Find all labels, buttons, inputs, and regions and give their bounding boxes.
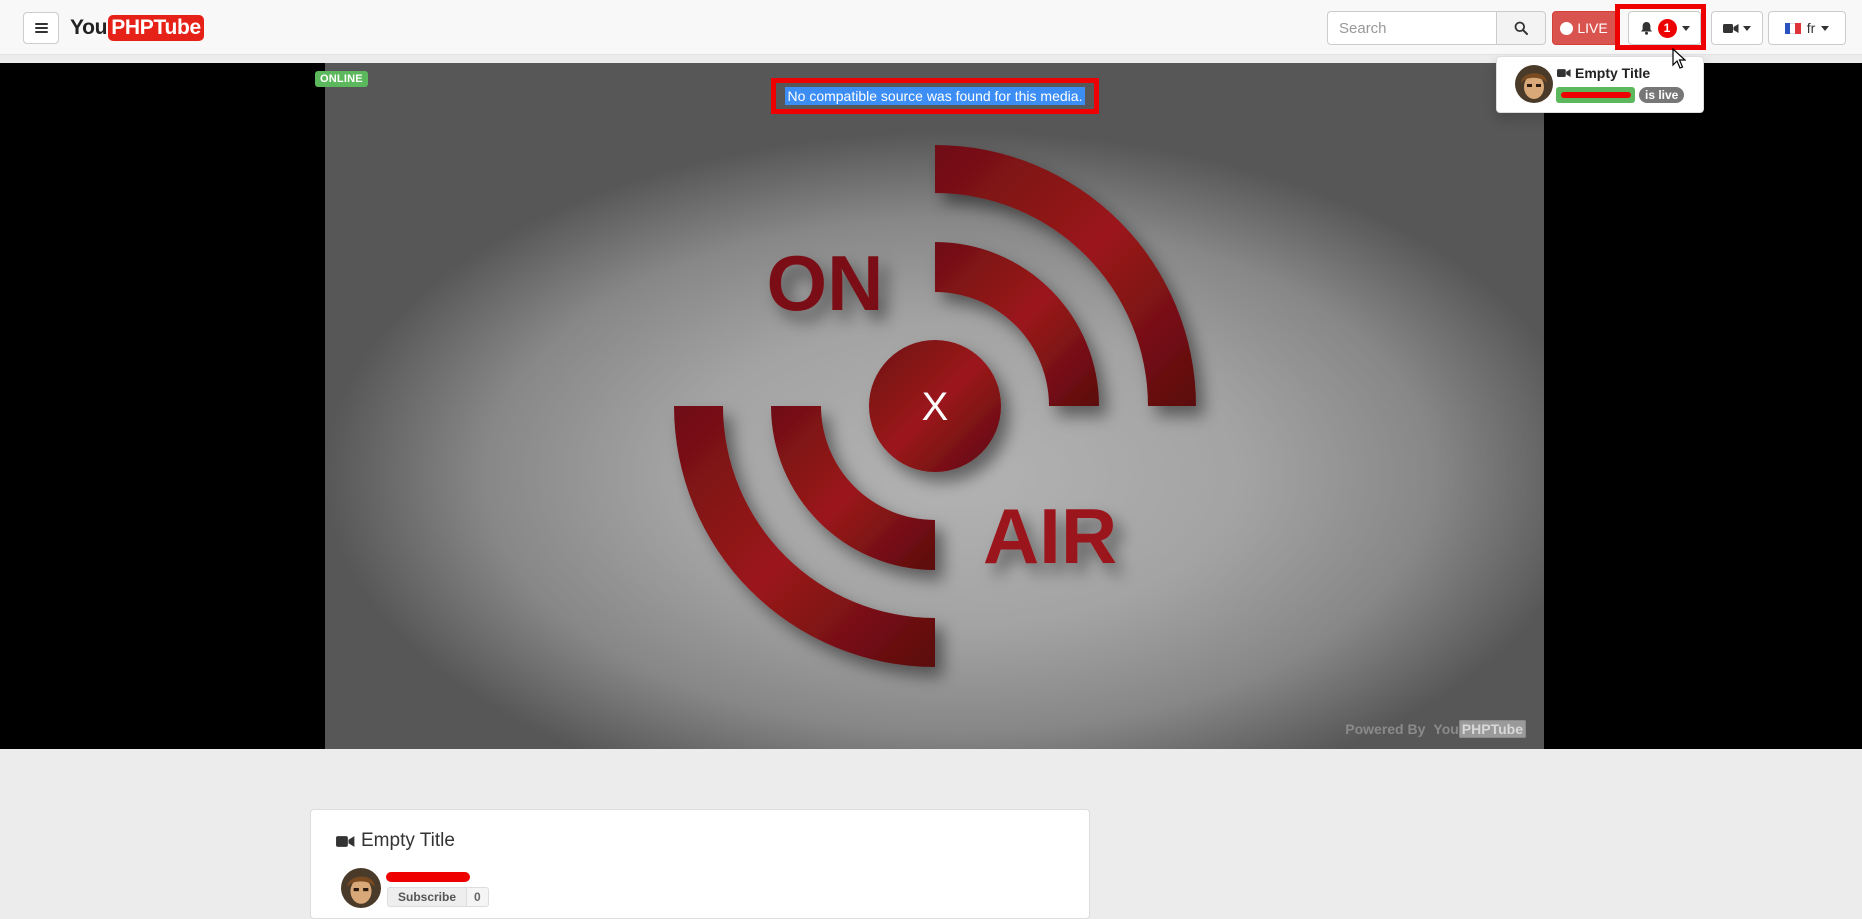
subscribe-group: Subscribe 0 <box>387 887 489 907</box>
on-air-graphic: ON AIR X <box>674 145 1196 667</box>
live-label: LIVE <box>1577 20 1608 36</box>
search-input[interactable] <box>1327 11 1496 45</box>
top-navbar: YouPHPTube LIVE 1 fr <box>0 0 1862 55</box>
language-selector[interactable]: fr <box>1768 11 1846 45</box>
notification-count-badge: 1 <box>1657 18 1677 38</box>
live-dot-icon <box>1560 21 1574 35</box>
site-logo[interactable]: You PHPTube <box>70 15 204 41</box>
on-air-bottom-text: AIR <box>983 492 1117 580</box>
error-message-text: No compatible source was found for this … <box>784 87 1086 105</box>
video-title: Empty Title <box>336 830 455 852</box>
notification-title-text: Empty Title <box>1575 65 1651 81</box>
on-air-top-text: ON <box>767 239 884 327</box>
powered-by-label: Powered By <box>1345 721 1426 737</box>
search-button[interactable] <box>1496 11 1546 45</box>
powered-logo-tube: PHPTube <box>1458 720 1526 738</box>
notification-item-title[interactable]: Empty Title <box>1557 65 1650 81</box>
french-flag-icon <box>1784 22 1801 34</box>
chevron-down-icon <box>1743 25 1751 31</box>
online-status-badge: ONLINE <box>315 71 368 87</box>
notifications-button[interactable]: 1 <box>1628 11 1701 45</box>
avatar[interactable] <box>341 868 381 908</box>
powered-by-logo: You PHPTube <box>1433 720 1526 738</box>
subscribe-button[interactable]: Subscribe <box>387 887 468 907</box>
powered-logo-you: You <box>1433 721 1459 737</box>
mouse-cursor-icon <box>1672 48 1686 69</box>
video-poster: ON AIR X Powered By You PHPTube <box>325 63 1544 749</box>
chevron-down-icon <box>1681 25 1690 31</box>
avatar[interactable] <box>1515 65 1553 103</box>
channel-avatar-image <box>341 868 381 908</box>
menu-button[interactable] <box>23 12 59 44</box>
video-camera-icon <box>1723 23 1739 33</box>
bell-icon <box>1640 22 1652 35</box>
logo-text-you: You <box>70 16 108 39</box>
logo-text-tube: PHPTube <box>108 15 204 41</box>
go-live-button[interactable]: LIVE <box>1552 11 1616 45</box>
search-icon <box>1514 21 1528 35</box>
search-bar <box>1327 11 1546 45</box>
language-label: fr <box>1806 20 1816 36</box>
upload-menu-button[interactable] <box>1711 11 1763 45</box>
video-info-card: Empty Title Subscribe 0 <box>310 809 1090 919</box>
chevron-down-icon <box>1821 25 1830 31</box>
notification-username-badge <box>1556 87 1635 103</box>
player-error-mark: X <box>922 385 949 429</box>
hamburger-icon <box>34 23 48 33</box>
video-camera-icon <box>1557 69 1571 77</box>
video-camera-icon <box>336 835 355 847</box>
player-error-message: No compatible source was found for this … <box>771 78 1099 114</box>
video-title-text: Empty Title <box>361 830 455 851</box>
user-avatar-image <box>1515 65 1553 103</box>
channel-name-redacted[interactable] <box>386 872 470 882</box>
subscriber-count: 0 <box>467 887 489 907</box>
live-status-badge: is live <box>1639 87 1685 103</box>
video-player[interactable]: ON AIR X Powered By You PHPTube ONLINE No… <box>0 63 1862 749</box>
powered-by: Powered By You PHPTube <box>1345 720 1526 738</box>
